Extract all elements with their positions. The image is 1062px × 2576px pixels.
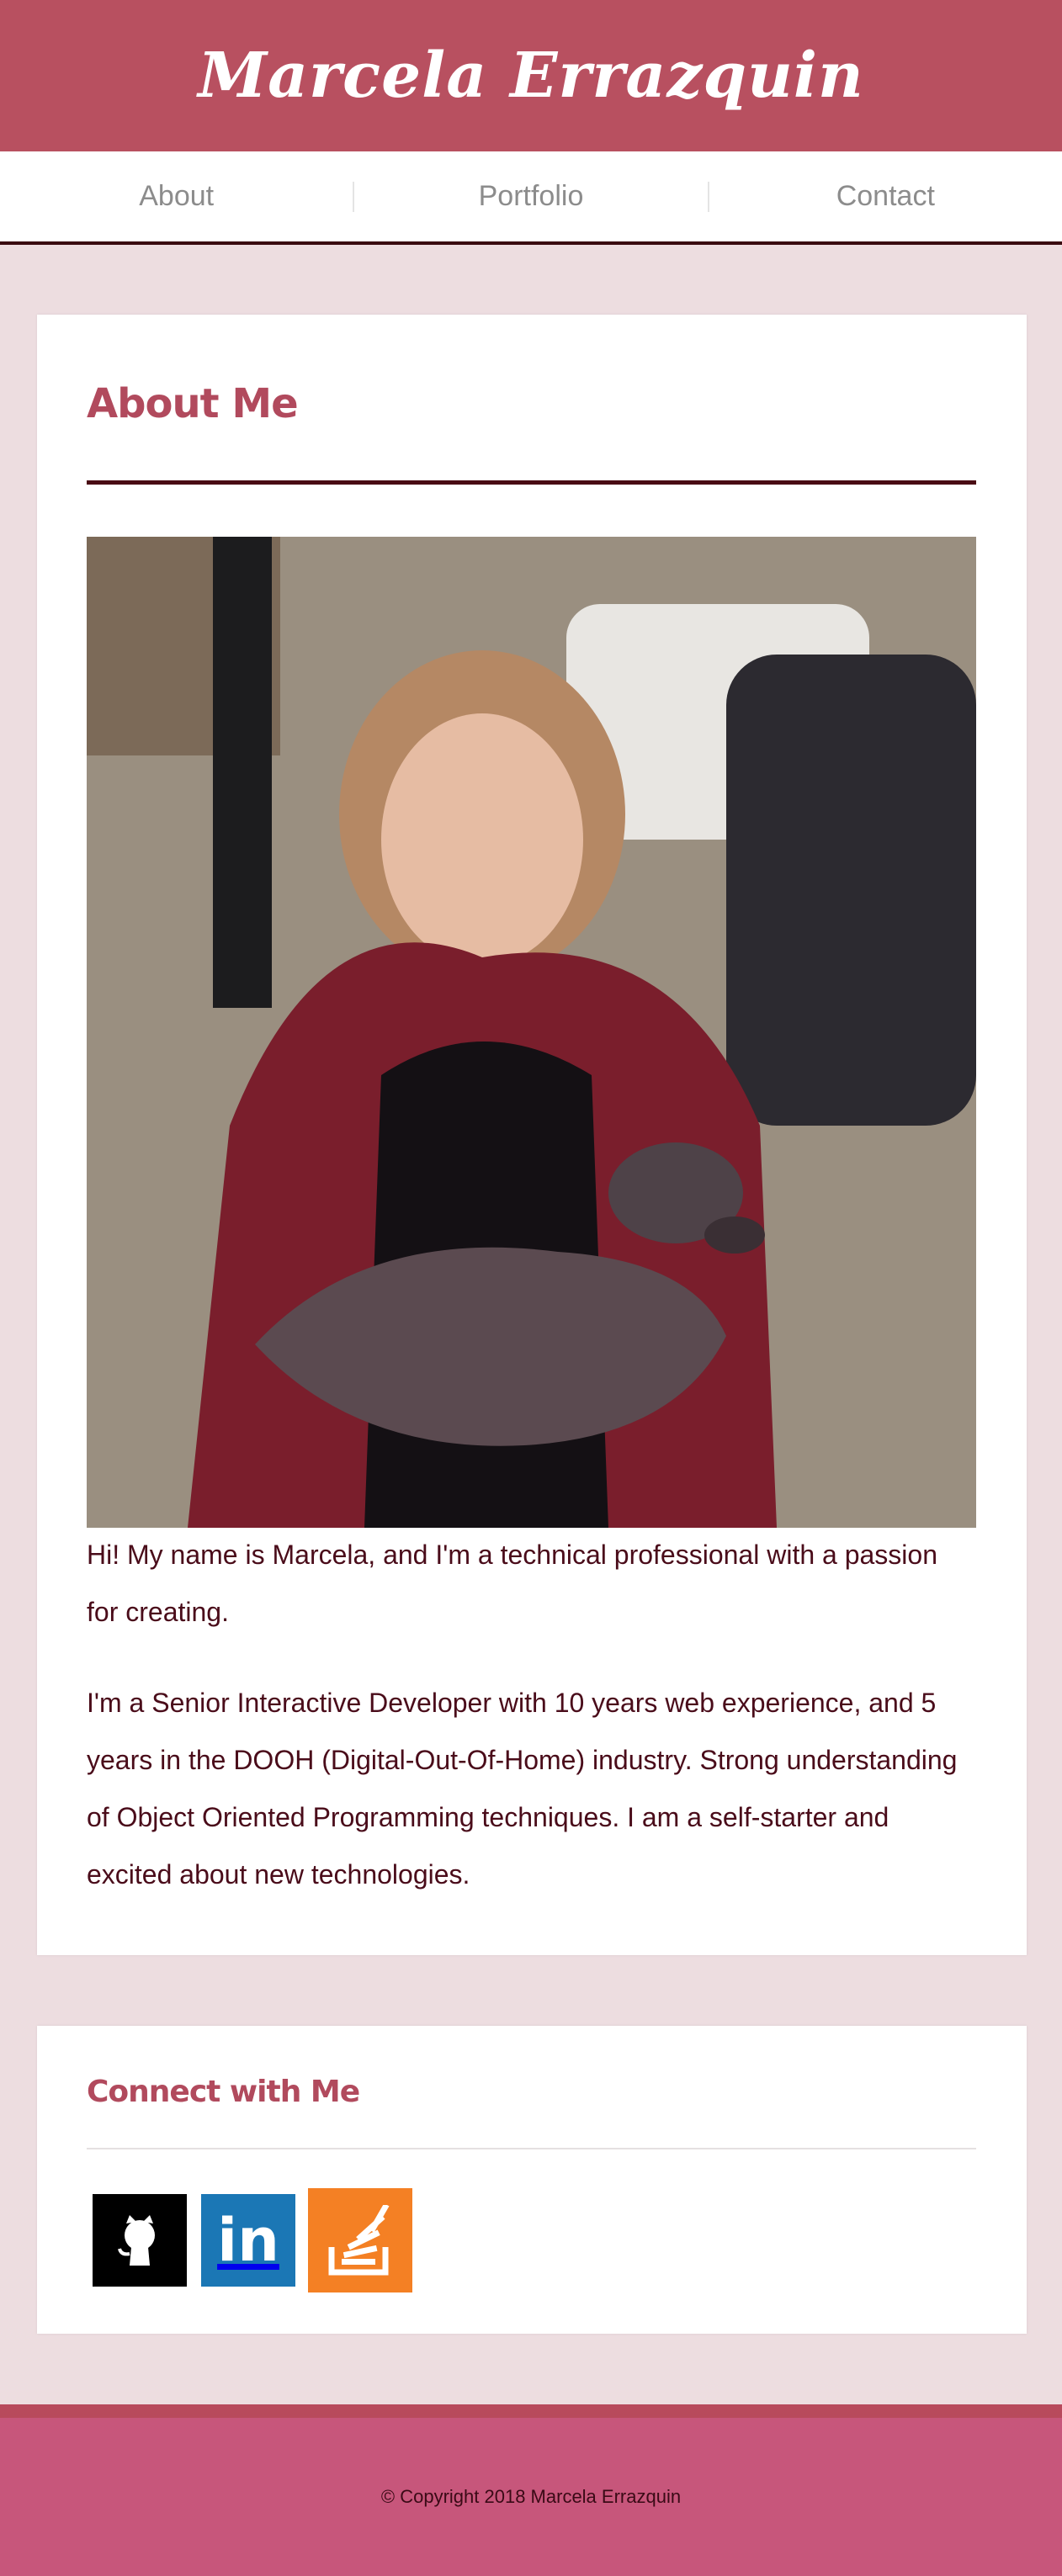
copyright-text: © Copyright 2018 Marcela Errazquin (380, 2486, 682, 2507)
linkedin-link[interactable]: in (201, 2194, 295, 2287)
nav-about-link[interactable]: About (0, 180, 353, 213)
about-card: About Me Hi! My name is Marcela, and I'm… (37, 315, 1027, 1955)
main-nav: About Portfolio Contact (0, 151, 1062, 245)
connect-card: Connect with Me in (37, 2026, 1027, 2334)
stackoverflow-icon (328, 2205, 390, 2276)
linkedin-icon: in (217, 2206, 279, 2275)
nav-contact-link[interactable]: Contact (709, 180, 1062, 213)
heading-divider (87, 480, 976, 485)
heading-divider (87, 2148, 976, 2149)
connect-heading: Connect with Me (87, 2075, 360, 2109)
site-title: Marcela Errazquin (198, 40, 864, 112)
nav-portfolio-link[interactable]: Portfolio (354, 180, 707, 213)
bio-paragraph: Hi! My name is Marcela, and I'm a techni… (87, 1540, 937, 1627)
stackoverflow-link[interactable] (308, 2188, 412, 2292)
bio-paragraph: I'm a Senior Interactive Developer with … (87, 1688, 958, 1890)
github-link[interactable] (93, 2194, 187, 2287)
profile-photo-illustration (87, 537, 976, 1528)
profile-photo (87, 537, 976, 1528)
about-heading: About Me (87, 380, 299, 427)
site-header: Marcela Errazquin (0, 0, 1062, 151)
github-icon (118, 2215, 155, 2266)
site-footer: © Copyright 2018 Marcela Errazquin (0, 2404, 1062, 2576)
